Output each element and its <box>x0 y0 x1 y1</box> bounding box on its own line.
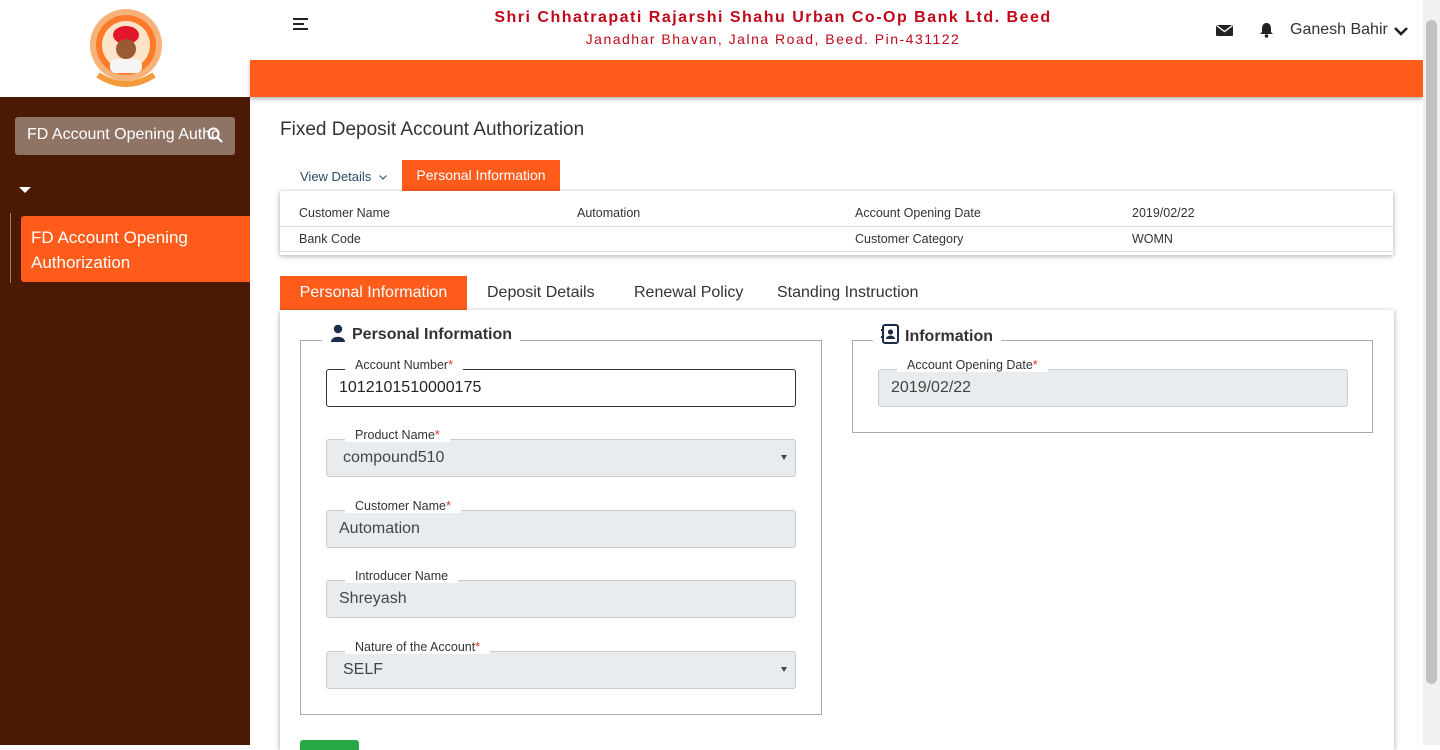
menu-tree-line <box>10 213 11 283</box>
label-text: Account Number <box>355 358 449 372</box>
scrollbar-thumb[interactable] <box>1426 20 1437 684</box>
summary-value: 2019/02/22 <box>1132 206 1195 220</box>
introducer-name-label: Introducer Name <box>345 569 459 583</box>
dropdown-arrow-icon <box>781 667 787 672</box>
legend-text: Personal Information <box>352 326 513 343</box>
account-number-input[interactable]: Account Number* 1012101510000175 <box>326 358 796 407</box>
user-name[interactable]: Ganesh Bahir <box>1290 21 1388 39</box>
top-header: Shri Chhatrapati Rajarshi Shahu Urban Co… <box>250 0 1423 60</box>
nature-of-account-select[interactable]: Nature of the Account* SELF <box>326 640 796 689</box>
summary-label: Customer Category <box>855 232 964 246</box>
required-mark: * <box>1032 358 1038 372</box>
bank-name: Shri Chhatrapati Rajarshi Shahu Urban Co… <box>494 9 1052 26</box>
page-title: Fixed Deposit Account Authorization <box>280 119 585 140</box>
label-text: Account Opening Date <box>907 358 1033 372</box>
search-icon[interactable] <box>207 127 223 143</box>
tab-personal-information[interactable]: Personal Information <box>280 276 467 310</box>
chevron-down-icon <box>379 175 387 180</box>
chevron-down-icon[interactable] <box>1394 25 1408 37</box>
bank-address: Janadhar Bhavan, Jalna Road, Beed. Pin-4… <box>585 31 961 47</box>
introducer-name-input[interactable]: Introducer Name Shreyash <box>326 569 796 618</box>
logo-area <box>0 0 250 97</box>
required-mark: * <box>446 499 451 513</box>
tab-label: View Details <box>300 169 372 184</box>
summary-label: Customer Name <box>299 206 390 220</box>
tab-view-details[interactable]: View Details <box>300 169 387 184</box>
menu-search-input[interactable]: FD Account Opening Autho <box>15 117 235 155</box>
required-mark: * <box>475 640 481 654</box>
tab-personal-information-top[interactable]: Personal Information <box>402 160 560 191</box>
form-tabs: Personal Information Deposit Details Ren… <box>280 276 1393 310</box>
required-mark: * <box>434 428 440 442</box>
customer-name-value: Automation <box>339 520 420 537</box>
product-name-select[interactable]: Product Name* compound510 <box>326 428 796 477</box>
nature-of-account-label: Nature of the Account* <box>345 640 491 654</box>
summary-row: Customer Name Automation Account Opening… <box>280 201 1393 227</box>
summary-label: Account Opening Date <box>855 206 981 220</box>
account-number-value: 1012101510000175 <box>339 379 482 396</box>
account-opening-date-value: 2019/02/22 <box>891 379 972 396</box>
submit-button[interactable] <box>300 740 359 750</box>
envelope-icon[interactable] <box>1216 22 1233 38</box>
tab-standing-instruction[interactable]: Standing Instruction <box>777 276 918 310</box>
personal-information-legend: Personal Information <box>322 324 521 344</box>
dropdown-arrow-icon <box>781 455 787 460</box>
summary-label: Bank Code <box>299 232 361 246</box>
account-number-label: Account Number* <box>345 358 463 372</box>
required-mark: * <box>448 358 453 372</box>
product-name-label: Product Name* <box>345 428 450 442</box>
contact-card-icon <box>881 324 899 344</box>
account-opening-date-input[interactable]: Account Opening Date* 2019/02/22 <box>878 358 1348 407</box>
introducer-name-value: Shreyash <box>339 590 407 607</box>
bell-icon[interactable] <box>1258 22 1275 38</box>
label-text: Nature of the Account <box>355 640 476 654</box>
summary-value: WOMN <box>1132 232 1173 246</box>
menu-search-value: FD Account Opening Autho <box>27 126 221 143</box>
summary-value: Automation <box>577 206 641 220</box>
account-opening-date-label: Account Opening Date* <box>897 358 1048 372</box>
menu-collapse-caret-icon[interactable] <box>19 187 31 193</box>
label-text: Product Name <box>355 428 435 442</box>
customer-name-label: Customer Name* <box>345 499 461 513</box>
customer-name-input[interactable]: Customer Name* Automation <box>326 499 796 548</box>
sidebar-item-fd-authorization[interactable]: FD Account Opening Authorization <box>21 216 250 282</box>
sidebar: FD Account Opening Autho FD Account Open… <box>0 0 250 745</box>
tab-deposit-details[interactable]: Deposit Details <box>487 276 595 310</box>
legend-text: Information <box>905 328 993 345</box>
product-name-value: compound510 <box>343 449 445 466</box>
label-text: Customer Name <box>355 499 446 513</box>
header-accent-bar <box>250 60 1423 97</box>
account-summary-card: Customer Name Automation Account Opening… <box>280 191 1393 255</box>
tab-renewal-policy[interactable]: Renewal Policy <box>634 276 743 310</box>
summary-row: Bank Code Customer Category WOMN <box>280 227 1393 252</box>
information-legend: Information <box>873 324 1001 346</box>
bank-logo <box>90 9 162 87</box>
user-icon <box>331 324 345 342</box>
nature-of-account-value: SELF <box>343 661 384 678</box>
sidebar-item-label: FD Account Opening Authorization <box>31 228 188 272</box>
